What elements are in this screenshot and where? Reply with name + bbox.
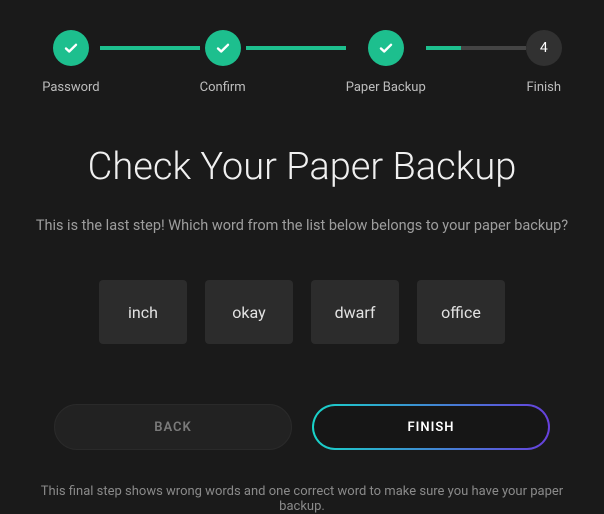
step-number: 4	[540, 40, 548, 56]
stepper-connector	[246, 46, 346, 50]
step-circle-pending: 4	[526, 30, 562, 66]
finish-button[interactable]: FINISH	[312, 404, 550, 450]
step-circle-done	[53, 30, 89, 66]
step-paper-backup: Paper Backup	[346, 30, 426, 95]
step-circle-done	[205, 30, 241, 66]
check-icon	[63, 40, 79, 56]
word-row: inch okay dwarf office	[0, 280, 604, 344]
step-label: Paper Backup	[346, 80, 426, 95]
button-row: BACK FINISH	[0, 404, 604, 450]
word-option-office[interactable]: office	[417, 280, 505, 344]
step-circle-done	[368, 30, 404, 66]
check-icon	[378, 40, 394, 56]
page-subtitle: This is the last step! Which word from t…	[0, 217, 604, 234]
stepper: Password Confirm Paper Backup 4 Finish	[0, 0, 604, 125]
step-confirm: Confirm	[200, 30, 246, 95]
page-title: Check Your Paper Backup	[0, 145, 604, 189]
step-finish: 4 Finish	[526, 30, 562, 95]
stepper-connector	[426, 46, 526, 50]
word-option-inch[interactable]: inch	[99, 280, 187, 344]
stepper-connector	[100, 46, 200, 50]
step-label: Finish	[527, 80, 562, 95]
back-button[interactable]: BACK	[54, 404, 292, 450]
step-label: Confirm	[200, 80, 246, 95]
check-icon	[215, 40, 231, 56]
step-label: Password	[42, 80, 99, 95]
step-password: Password	[42, 30, 99, 95]
footer-note: This final step shows wrong words and on…	[0, 484, 604, 514]
word-option-dwarf[interactable]: dwarf	[311, 280, 399, 344]
word-option-okay[interactable]: okay	[205, 280, 293, 344]
